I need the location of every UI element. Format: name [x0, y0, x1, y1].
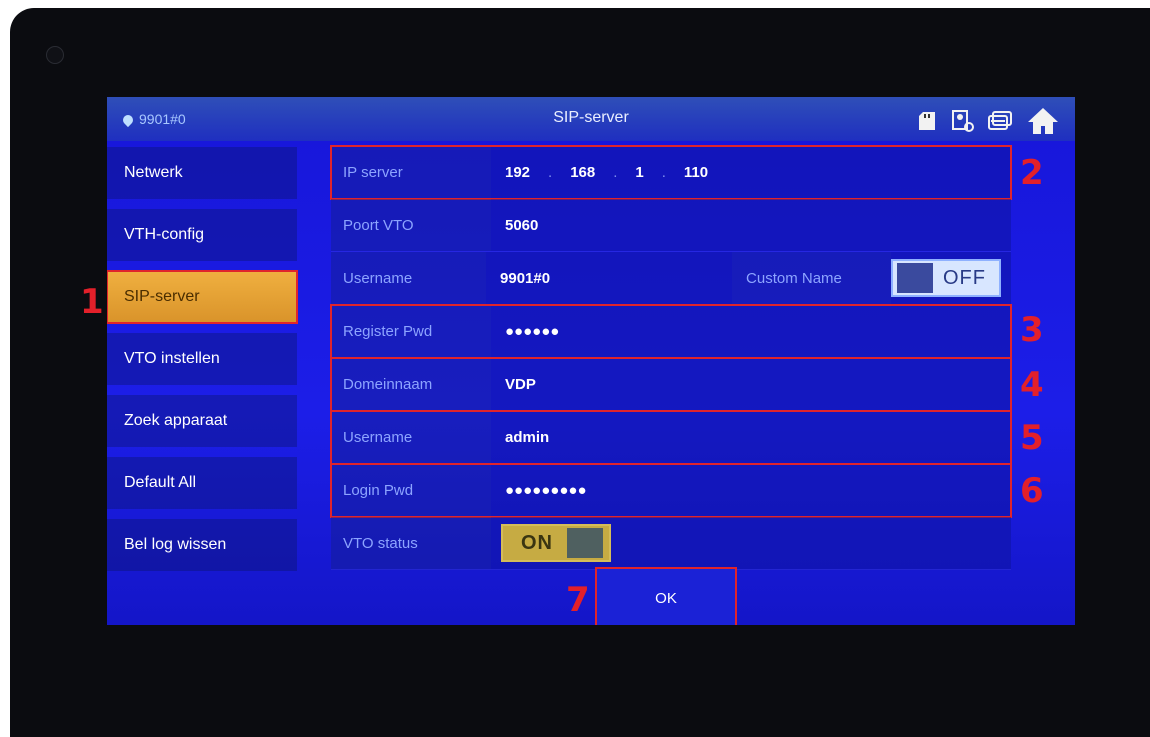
- annotation-7: 7: [566, 580, 590, 620]
- port-vto-label: Poort VTO: [331, 199, 491, 251]
- custom-name-cell: OFF: [891, 252, 1011, 304]
- login-pwd-label: Login Pwd: [331, 464, 491, 516]
- sidebar-item-label: Default All: [124, 474, 197, 491]
- domain-row: Domeinnaam VDP: [330, 357, 1012, 412]
- status-icons: [917, 105, 1061, 137]
- toggle-knob: [897, 263, 933, 293]
- ip-separator: .: [613, 163, 618, 181]
- sidebar: Netwerk VTH-config SIP-server VTO instel…: [107, 147, 298, 581]
- username-row-1: Username 9901#0 Custom Name OFF: [331, 252, 1011, 305]
- ip-octet-1: 192: [505, 163, 531, 181]
- port-vto-input[interactable]: 5060: [491, 199, 1011, 251]
- sidebar-item-label: Bel log wissen: [124, 536, 227, 553]
- sidebar-item-zoek-apparaat[interactable]: Zoek apparaat: [107, 395, 297, 447]
- username-input[interactable]: admin: [491, 411, 1011, 463]
- ip-separator: .: [548, 163, 553, 181]
- annotation-1: 1: [80, 282, 104, 322]
- camera-icon: [46, 46, 64, 64]
- toggle-state: OFF: [943, 266, 986, 289]
- touch-screen: 9901#0 SIP-server Netwerk VTH-config SIP…: [107, 97, 1075, 625]
- username-row-2: Username admin: [330, 410, 1012, 465]
- sidebar-item-bel-log-wissen[interactable]: Bel log wissen: [107, 519, 297, 571]
- vto-status-toggle[interactable]: ON: [501, 524, 611, 562]
- sidebar-item-sip-server[interactable]: SIP-server: [107, 270, 298, 324]
- ip-server-row: IP server 192 . 168 . 1 . 110: [330, 145, 1012, 200]
- login-pwd-row: Login Pwd ●●●●●●●●●: [330, 463, 1012, 518]
- sd-card-icon: [917, 110, 939, 132]
- register-pwd-row: Register Pwd ●●●●●●: [330, 304, 1012, 359]
- cards-icon: [987, 110, 1013, 132]
- sip-form: IP server 192 . 168 . 1 . 110 Poort VTO …: [330, 145, 1012, 570]
- annotation-5: 5: [1020, 418, 1044, 458]
- ip-octet-2: 168: [570, 163, 596, 181]
- register-pwd-label: Register Pwd: [331, 305, 491, 357]
- sidebar-item-label: Netwerk: [124, 164, 183, 181]
- domain-input[interactable]: VDP: [491, 358, 1011, 410]
- ip-server-input[interactable]: 192 . 168 . 1 . 110: [491, 146, 1011, 198]
- top-bar: 9901#0 SIP-server: [107, 97, 1075, 141]
- sidebar-item-netwerk[interactable]: Netwerk: [107, 147, 297, 199]
- vto-status-cell: ON: [491, 517, 1011, 569]
- sidebar-item-vth-config[interactable]: VTH-config: [107, 209, 297, 261]
- sidebar-item-label: VTO instellen: [124, 350, 220, 367]
- toggle-state: ON: [521, 531, 553, 554]
- home-icon[interactable]: [1025, 105, 1061, 137]
- custom-name-label: Custom Name: [732, 252, 891, 304]
- sidebar-item-vto-instellen[interactable]: VTO instellen: [107, 333, 297, 385]
- annotation-3: 3: [1020, 310, 1044, 350]
- vto-status-label: VTO status: [331, 517, 491, 569]
- domain-label: Domeinnaam: [331, 358, 491, 410]
- username-label: Username: [331, 411, 491, 463]
- toggle-knob: [567, 528, 603, 558]
- ip-server-label: IP server: [331, 146, 491, 198]
- login-pwd-input[interactable]: ●●●●●●●●●: [491, 464, 1011, 516]
- sidebar-item-label: SIP-server: [124, 288, 200, 305]
- sidebar-item-label: VTH-config: [124, 226, 205, 243]
- register-pwd-input[interactable]: ●●●●●●: [491, 305, 1011, 357]
- ip-octet-3: 1: [635, 163, 644, 181]
- ok-button[interactable]: OK: [595, 567, 737, 625]
- device-settings-icon: [951, 109, 975, 133]
- annotation-4: 4: [1020, 365, 1044, 405]
- ip-octet-4: 110: [683, 163, 709, 181]
- username-input[interactable]: 9901#0: [486, 252, 733, 304]
- annotation-6: 6: [1020, 471, 1044, 511]
- vto-status-row: VTO status ON: [331, 517, 1011, 570]
- port-vto-row: Poort VTO 5060: [331, 199, 1011, 252]
- username-label: Username: [331, 252, 487, 304]
- custom-name-toggle[interactable]: OFF: [891, 259, 1001, 297]
- sidebar-item-default-all[interactable]: Default All: [107, 457, 297, 509]
- ip-separator: .: [661, 163, 666, 181]
- annotation-2: 2: [1020, 153, 1044, 193]
- sidebar-item-label: Zoek apparaat: [124, 412, 228, 429]
